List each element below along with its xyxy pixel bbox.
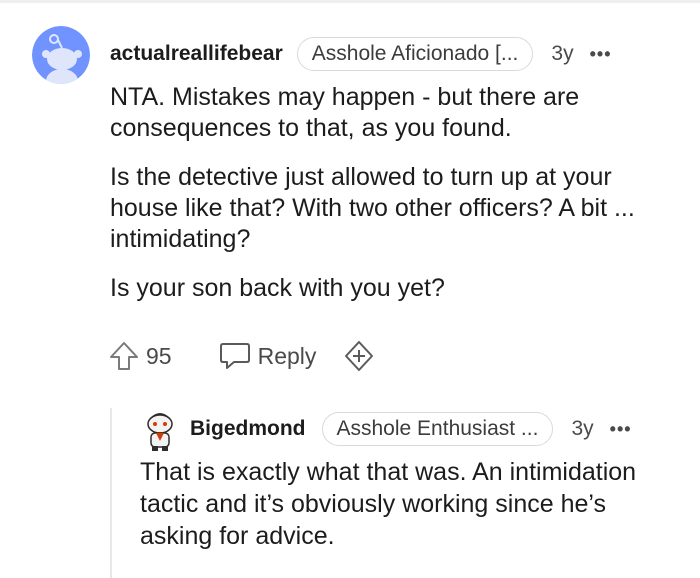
comment-age[interactable]: 3y [551, 42, 573, 66]
award-plus-icon [345, 341, 374, 371]
reply-bubble-icon [219, 343, 250, 369]
vote-count: 95 [146, 342, 172, 369]
comment-meta: Bigedmond Asshole Enthusiast ... 3y ••• [190, 411, 680, 447]
award-button[interactable] [342, 339, 376, 373]
upvote-arrow-icon [110, 342, 138, 370]
comment-paragraph: That is exactly what that was. An intimi… [140, 458, 637, 550]
top-divider [0, 0, 700, 3]
user-flair[interactable]: Asshole Enthusiast ... [321, 412, 554, 446]
comment-paragraph: NTA. Mistakes may happen - but there are… [110, 83, 580, 142]
username-link[interactable]: actualreallifebear [110, 42, 283, 66]
upvote-button[interactable]: 95 [108, 340, 172, 372]
comment-body: That is exactly what that was. An intimi… [140, 456, 680, 552]
comment-paragraph: Is the detective just allowed to turn up… [110, 163, 635, 253]
thread-line[interactable] [110, 408, 112, 578]
more-options-button[interactable]: ••• [610, 419, 632, 440]
user-flair[interactable]: Asshole Aficionado [... [296, 37, 534, 71]
comment-paragraph: Is your son back with you yet? [110, 274, 445, 302]
username-link[interactable]: Bigedmond [190, 417, 306, 441]
snoo-avatar-icon [32, 26, 90, 84]
comment-actions: 95 Reply [108, 338, 376, 374]
reply-button[interactable]: Reply [218, 340, 317, 372]
reply-label: Reply [257, 342, 317, 369]
user-avatar[interactable] [142, 408, 178, 452]
comment-body: NTA. Mistakes may happen - but there are… [110, 82, 670, 322]
comment-meta: actualreallifebear Asshole Aficionado [.… [110, 36, 670, 72]
user-avatar[interactable] [32, 26, 90, 84]
more-options-button[interactable]: ••• [590, 44, 612, 65]
comment-age[interactable]: 3y [571, 417, 593, 441]
snoo-avatar-icon [147, 413, 173, 451]
